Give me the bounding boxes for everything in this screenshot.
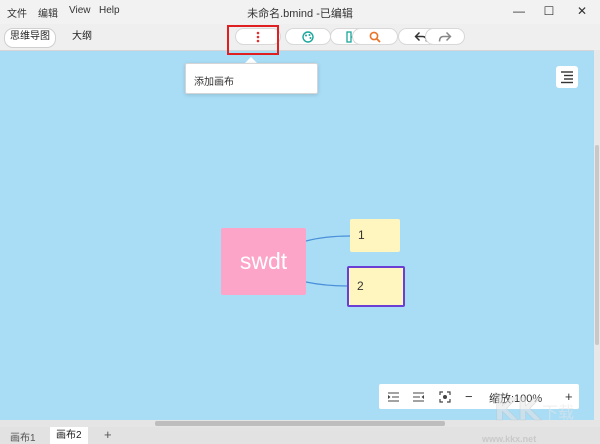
- subtopic-1[interactable]: 1: [350, 219, 400, 252]
- sheet-tab-2[interactable]: 画布2: [50, 427, 88, 444]
- root-topic[interactable]: swdt: [221, 228, 306, 295]
- add-sheet-button[interactable]: +: [104, 427, 112, 442]
- svg-text:下载: 下载: [542, 403, 574, 422]
- collapse-icon[interactable]: [388, 384, 399, 409]
- expand-icon[interactable]: [413, 384, 424, 409]
- subtopic-2[interactable]: 2: [347, 266, 405, 307]
- connector-lines: [305, 235, 351, 287]
- svg-text:KK: KK: [494, 393, 542, 428]
- horizontal-scroll-thumb[interactable]: [155, 421, 445, 426]
- watermark-logo: KK 下载: [494, 393, 574, 429]
- zoom-out-button[interactable]: −: [465, 384, 473, 409]
- vertical-scroll-thumb[interactable]: [595, 145, 599, 345]
- sheet-tab-1[interactable]: 画布1: [4, 429, 42, 444]
- fit-screen-icon[interactable]: [439, 384, 451, 409]
- watermark-url: www.kkx.net: [482, 434, 537, 444]
- vertical-scrollbar[interactable]: [594, 50, 600, 420]
